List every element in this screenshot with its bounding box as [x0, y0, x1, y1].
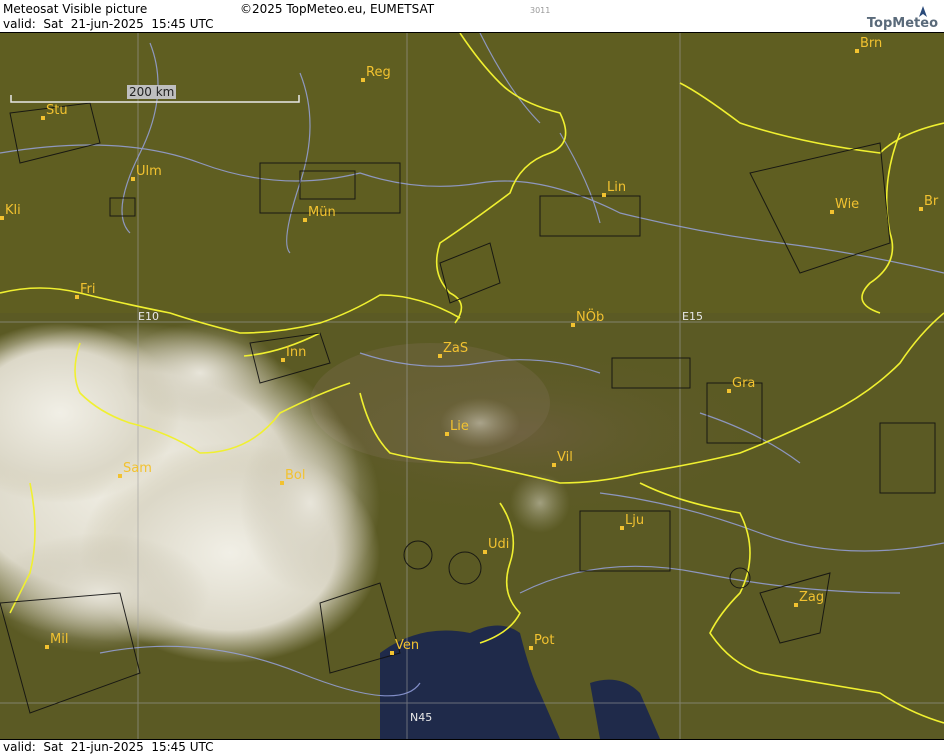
city-label-17: Vil: [557, 450, 573, 465]
city-marker-14: [445, 432, 449, 436]
city-marker-6: [830, 210, 834, 214]
city-label-4: Lin: [607, 180, 626, 195]
city-marker-12: [281, 358, 285, 362]
city-marker-21: [45, 645, 49, 649]
city-label-7: Br: [924, 194, 939, 209]
city-marker-18: [620, 526, 624, 530]
city-label-1: Reg: [366, 65, 391, 80]
city-label-16: Bol: [285, 468, 305, 483]
city-label-19: Udi: [488, 537, 509, 552]
scale-bar: 200 km: [10, 85, 300, 103]
city-marker-17: [552, 463, 556, 467]
city-marker-0: [855, 49, 859, 53]
city-label-0: Brn: [860, 36, 882, 51]
city-marker-20: [794, 603, 798, 607]
city-label-10: NÖb: [576, 308, 604, 325]
grid-label-n45: N45: [410, 711, 432, 724]
city-marker-3: [131, 177, 135, 181]
footer-bar: valid: Sat 21-jun-2025 15:45 UTC: [0, 739, 944, 754]
city-marker-13: [727, 389, 731, 393]
image-code: 3011: [530, 6, 551, 15]
satellite-map[interactable]: E10 E15 N45 Brn Reg Stu Ulm Lin Mün Wie Br Kli Fr…: [0, 33, 944, 739]
city-marker-23: [529, 646, 533, 650]
city-label-5: Mün: [308, 205, 336, 220]
footer-valid-time: valid: Sat 21-jun-2025 15:45 UTC: [3, 740, 214, 754]
logo-text: TopMeteo: [866, 16, 938, 31]
city-marker-8: [0, 216, 4, 220]
header-bar: Meteosat Visible picture valid: Sat 21-j…: [0, 0, 944, 33]
city-marker-4: [602, 193, 606, 197]
city-label-23: Pot: [534, 633, 554, 648]
city-marker-2: [41, 116, 45, 120]
city-marker-5: [303, 218, 307, 222]
city-label-6: Wie: [835, 197, 859, 212]
city-label-9: Fri: [80, 282, 96, 297]
city-label-14: Lie: [450, 419, 469, 434]
copyright: ©2025 TopMeteo.eu, EUMETSAT: [240, 2, 435, 16]
city-label-11: ZaS: [443, 341, 468, 356]
city-label-15: Sam: [123, 461, 152, 476]
topmeteo-logo[interactable]: TopMeteo: [828, 3, 938, 31]
city-marker-7: [919, 207, 923, 211]
city-label-20: Zag: [799, 590, 824, 605]
city-label-12: Inn: [286, 345, 306, 360]
city-marker-19: [483, 550, 487, 554]
city-marker-9: [75, 295, 79, 299]
city-marker-15: [118, 474, 122, 478]
scale-label: 200 km: [127, 85, 177, 99]
city-marker-1: [361, 78, 365, 82]
city-marker-16: [280, 481, 284, 485]
city-label-2: Stu: [46, 103, 68, 118]
city-label-3: Ulm: [136, 164, 162, 179]
grid-label-e15: E15: [682, 310, 703, 323]
city-marker-22: [390, 651, 394, 655]
map-canvas: E10 E15 N45 Brn Reg Stu Ulm Lin Mün Wie Br Kli Fr…: [0, 33, 944, 739]
city-label-21: Mil: [50, 632, 68, 647]
city-marker-11: [438, 354, 442, 358]
product-title: Meteosat Visible picture: [3, 2, 148, 16]
valid-time: valid: Sat 21-jun-2025 15:45 UTC: [3, 17, 214, 31]
city-marker-10: [571, 323, 575, 327]
city-label-13: Gra: [732, 376, 755, 391]
city-label-22: Ven: [395, 638, 419, 653]
city-label-18: Lju: [625, 513, 644, 528]
city-label-8: Kli: [5, 203, 21, 218]
grid-label-e10: E10: [138, 310, 159, 323]
